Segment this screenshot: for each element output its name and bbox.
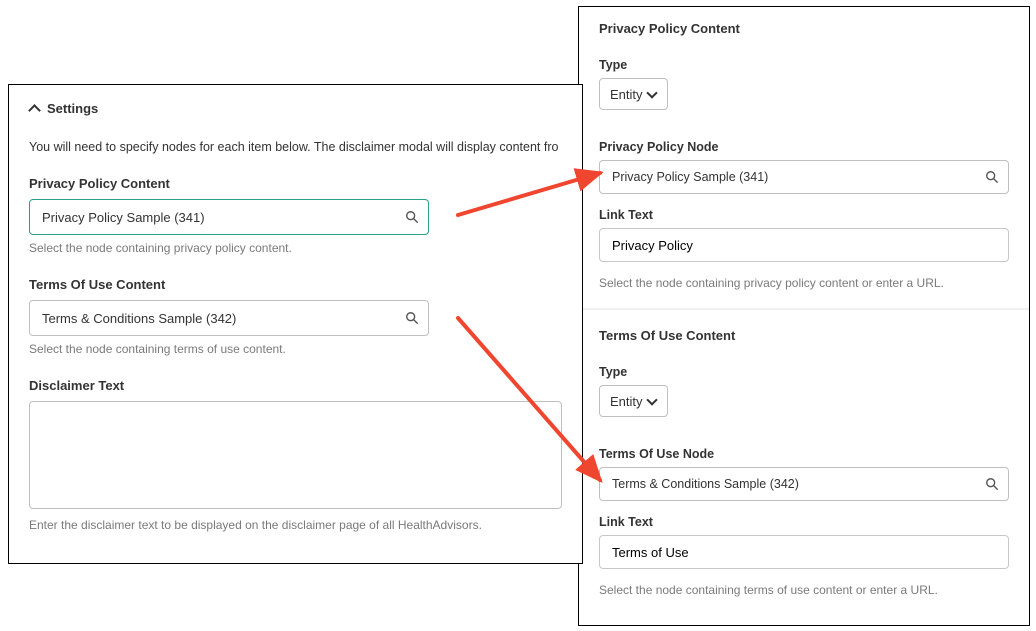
settings-header[interactable]: Settings [29,101,562,116]
terms-node-input[interactable] [599,467,1009,501]
disclaimer-label: Disclaimer Text [29,378,562,393]
terms-content-input[interactable] [29,300,429,336]
privacy-content-input[interactable] [29,199,429,235]
disclaimer-helper: Enter the disclaimer text to be displaye… [29,518,562,532]
section-title-privacy: Privacy Policy Content [599,21,1009,36]
type-label-terms: Type [599,365,1009,379]
terms-helper: Select the node containing terms of use … [29,342,562,356]
type-select-terms[interactable]: Entity [599,385,668,417]
section-title-terms: Terms Of Use Content [599,328,1009,343]
link-text-label-terms: Link Text [599,515,1009,529]
chevron-down-icon [647,89,657,99]
chevron-up-icon [29,104,39,114]
type-value-terms: Entity [610,394,643,409]
intro-text: You will need to specify nodes for each … [29,140,562,154]
type-select-privacy[interactable]: Entity [599,78,668,110]
privacy-node-label: Privacy Policy Node [599,140,1009,154]
privacy-helper: Select the node containing privacy polic… [29,241,562,255]
left-panel: Settings You will need to specify nodes … [8,84,583,564]
privacy-helper-right: Select the node containing privacy polic… [599,276,1009,290]
type-value: Entity [610,87,643,102]
section-divider [579,308,1029,310]
terms-label: Terms Of Use Content [29,277,562,292]
settings-title: Settings [47,101,98,116]
terms-link-input[interactable] [599,535,1009,569]
type-label: Type [599,58,1009,72]
chevron-down-icon [647,396,657,406]
disclaimer-textarea[interactable] [29,401,562,509]
right-panel: Privacy Policy Content Type Entity Priva… [578,6,1030,626]
privacy-link-input[interactable] [599,228,1009,262]
terms-node-label: Terms Of Use Node [599,447,1009,461]
privacy-label: Privacy Policy Content [29,176,562,191]
link-text-label: Link Text [599,208,1009,222]
terms-helper-right: Select the node containing terms of use … [599,583,1009,597]
privacy-node-input[interactable] [599,160,1009,194]
